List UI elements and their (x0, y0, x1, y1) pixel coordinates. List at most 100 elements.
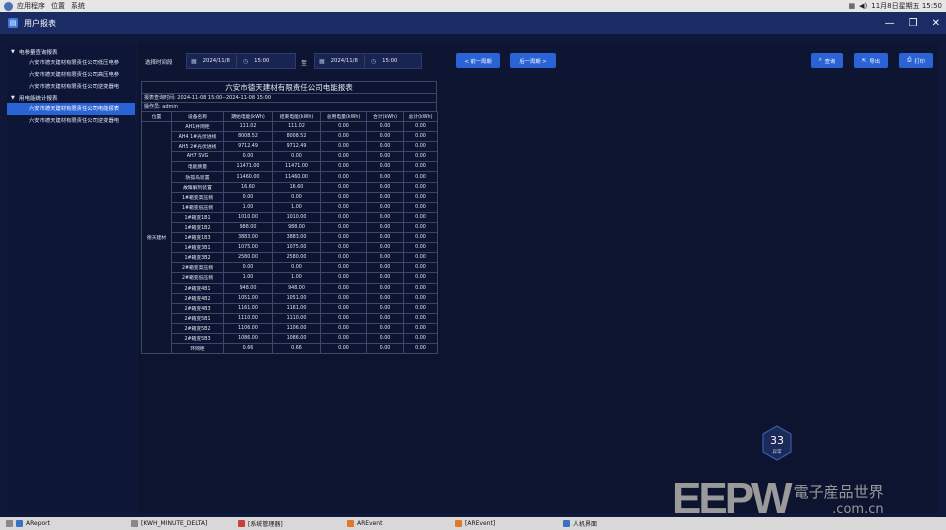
cell-total: 0.00 (403, 232, 438, 244)
cell-end-energy: 0.00 (272, 262, 321, 274)
cell-consumption: 0.00 (320, 141, 367, 153)
table-row: 2#箱变5B1 1110.00 1110.00 0.00 0.00 0.00 (141, 312, 438, 324)
cell-start-energy: 948.00 (223, 282, 273, 294)
maximize-icon[interactable]: ❐ (909, 18, 918, 29)
next-period-button[interactable]: 后一周期 > (510, 53, 556, 68)
cell-start-energy: 1161.00 (223, 302, 273, 314)
cell-end-energy: 1.00 (272, 272, 321, 284)
tree-item-low-voltage-param[interactable]: 六安市德天建材有限责任公司低压电参 (7, 57, 135, 69)
cell-end-energy: 1086.00 (272, 332, 321, 345)
taskbar-item-areport[interactable]: AReport (6, 517, 50, 530)
taskbar-item-system-manager[interactable]: [系统管理器] (238, 517, 283, 530)
table-row: 2#箱变高压侧 0.00 0.00 0.00 0.00 0.00 (141, 262, 438, 274)
table-row: 故障解列装置 16.60 16.60 0.00 0.00 0.00 (141, 181, 438, 193)
cell-subtotal: 0.00 (366, 151, 404, 163)
end-datetime-picker[interactable]: ▦ 2024/11/8 ◷ 15:00 (314, 53, 422, 69)
prev-period-button[interactable]: < 前一周期 (456, 53, 500, 68)
cell-subtotal: 0.00 (366, 312, 404, 324)
taskbar-item-arevent[interactable]: AREvent (347, 517, 382, 530)
taskbar-item-hmi[interactable]: 人机界面 (563, 517, 597, 530)
system-clock[interactable]: 11月8日星期五 15:50 (871, 1, 942, 11)
cell-device: 2#箱变4B3 (171, 302, 224, 314)
cell-device: AH1并网柜 (171, 120, 224, 133)
cell-device: 1#箱变1B1 (171, 211, 224, 223)
cell-start-energy: 1110.00 (223, 312, 273, 324)
cell-start-energy: 3883.00 (223, 232, 273, 244)
cell-consumption: 0.00 (320, 120, 367, 133)
cell-total: 0.00 (403, 151, 438, 163)
tree-item-inverter-param[interactable]: 六安市德天建材有限责任公司逆变器电 (7, 81, 135, 93)
clock-icon: ◷ (370, 57, 377, 65)
cell-consumption: 0.00 (320, 252, 367, 264)
tree-item-high-voltage-param[interactable]: 六安市德天建材有限责任公司高压电参 (7, 69, 135, 81)
cell-subtotal: 0.00 (366, 141, 404, 153)
table-row: 2#箱变5B3 1086.00 1086.00 0.00 0.00 0.00 (141, 332, 438, 345)
cell-total: 0.00 (403, 312, 438, 324)
table-row: 2#箱变5B2 1106.00 1106.00 0.00 0.00 0.00 (141, 322, 438, 334)
table-row: AH5 2#光伏进线 9712.49 9712.49 0.00 0.00 0.00 (141, 141, 438, 153)
cell-end-energy: 1106.00 (272, 322, 321, 334)
cell-total: 0.00 (403, 292, 438, 304)
cell-total: 0.00 (403, 201, 438, 213)
report-query-time: 报表查询时间: 2024-11-08 15:00--2024-11-08 15:… (141, 93, 437, 102)
cell-device: AH5 2#光伏进线 (171, 141, 224, 153)
table-row: AH1并网柜 111.02 111.02 0.00 0.00 0.00 (141, 120, 438, 133)
report-main-panel: 选择时间段 ▦ 2024/11/8 ◷ 15:00 至 ▦ 2024/11/8 … (138, 43, 938, 513)
table-header-row: 位置 设备名称 期始电能(kWh) 结束电能(kWh) 总用电量(kWh) 合计… (141, 111, 438, 122)
table-row: AH4 1#光伏进线 8008.52 8008.52 0.00 0.00 0.00 (141, 131, 438, 143)
cell-end-energy: 1110.00 (272, 312, 321, 324)
cell-location (141, 303, 172, 314)
taskbar-item-arevent-2[interactable]: [AREvent] (455, 517, 495, 530)
cell-location (141, 323, 172, 334)
cell-start-energy: 0.00 (223, 262, 273, 274)
taskbar-item-kwh[interactable]: [KWH_MINUTE_DELTA] (131, 517, 207, 530)
cell-device: 2#箱变5B2 (171, 322, 224, 334)
tree-item-inverter-energy[interactable]: 六安市德天建材有限责任公司逆变器电 (7, 115, 135, 127)
cell-location (141, 202, 172, 213)
cell-total: 0.00 (403, 322, 438, 334)
cell-total: 0.00 (403, 120, 438, 133)
print-button[interactable]: ⎙ 打印 (899, 53, 933, 68)
cell-total: 0.00 (403, 191, 438, 203)
cell-end-energy: 3883.00 (272, 232, 321, 244)
cell-device: 2#箱变低压侧 (171, 272, 224, 284)
tree-group-param-reports[interactable]: ▼ 电参量查询报表 (7, 47, 135, 57)
volume-icon[interactable]: ◀) (859, 2, 867, 10)
network-icon[interactable]: ▦ (848, 2, 855, 10)
cell-consumption: 0.00 (320, 161, 367, 173)
report-app-icon: ▤ (8, 18, 18, 28)
taskbar-label: AReport (26, 520, 50, 527)
tree-group-energy-reports[interactable]: ▼ 用电能统计报表 (7, 93, 135, 103)
cell-start-energy: 988.00 (223, 221, 273, 234)
cell-consumption: 0.00 (320, 171, 367, 183)
window-icon (347, 520, 354, 527)
system-menu-system[interactable]: 系统 (71, 1, 85, 11)
cell-end-energy: 948.00 (272, 282, 321, 294)
system-menu-places[interactable]: 位置 (51, 1, 65, 11)
cell-subtotal: 0.00 (366, 292, 404, 304)
cell-start-energy: 11471.00 (223, 161, 273, 173)
start-datetime-picker[interactable]: ▦ 2024/11/8 ◷ 15:00 (186, 53, 296, 69)
cell-total: 0.00 (403, 211, 438, 223)
cell-end-energy: 11471.00 (272, 161, 321, 173)
close-icon[interactable]: ✕ (932, 18, 940, 29)
watermark-cn-text: 電子産品世界 (793, 483, 884, 501)
tree-item-energy-report[interactable]: 六安市德天建材有限责任公司电能报表 (7, 103, 135, 115)
cell-start-energy: 0.00 (223, 151, 273, 163)
table-row: 2#箱变4B2 1051.00 1051.00 0.00 0.00 0.00 (141, 292, 438, 304)
table-row: 1#箱变3B1 1075.00 1075.00 0.00 0.00 0.00 (141, 242, 438, 254)
export-button[interactable]: ⇱ 导出 (854, 53, 888, 68)
cell-subtotal: 0.00 (366, 191, 404, 203)
cell-consumption: 0.00 (320, 272, 367, 284)
header-device: 设备名称 (171, 111, 224, 122)
query-button[interactable]: ⌕ 查询 (811, 53, 843, 68)
calendar-icon: ▦ (191, 57, 197, 65)
cell-location: 德天建材 (141, 232, 172, 243)
system-menu-apps[interactable]: 应用程序 (17, 1, 45, 11)
alarm-badge[interactable]: 33 异常 (762, 425, 792, 465)
cell-start-energy: 1010.00 (223, 211, 273, 223)
minimize-icon[interactable]: — (885, 18, 895, 29)
cell-end-energy: 1.00 (272, 201, 321, 213)
cell-start-energy: 11460.00 (223, 171, 273, 183)
cell-location (141, 222, 172, 233)
